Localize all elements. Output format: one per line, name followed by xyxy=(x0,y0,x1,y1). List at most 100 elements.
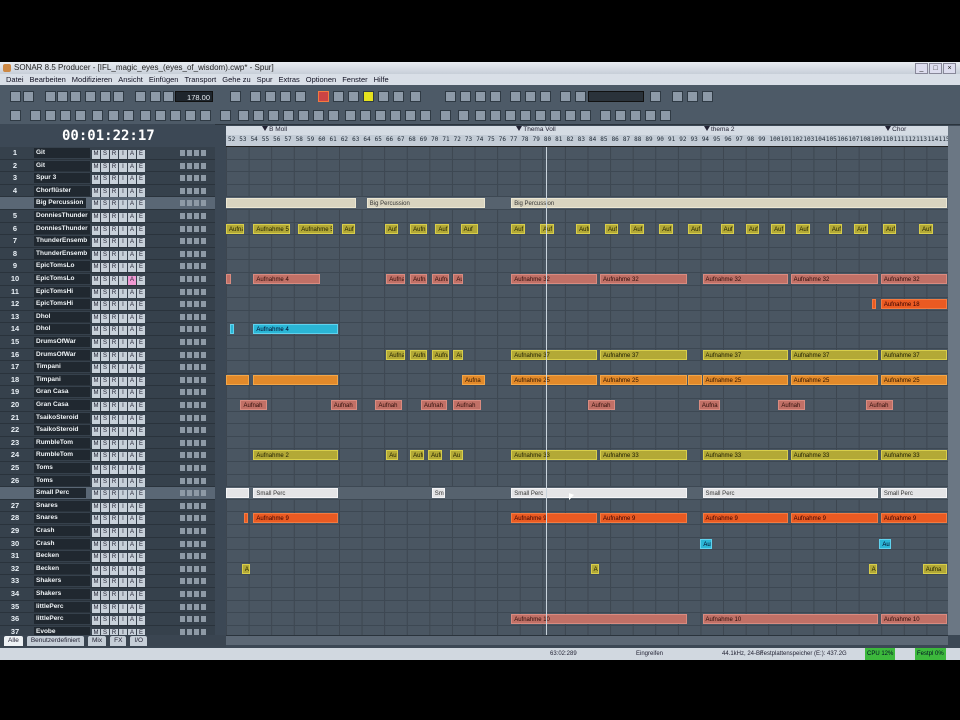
track-e-button[interactable]: E xyxy=(137,288,145,298)
track-r-button[interactable]: R xyxy=(110,313,118,323)
track-option-icon[interactable] xyxy=(187,213,192,219)
clip-lane[interactable] xyxy=(226,235,948,248)
clip-lane[interactable] xyxy=(226,475,948,488)
edit-tool-button-26[interactable] xyxy=(420,110,431,121)
toolbar-button-17[interactable] xyxy=(333,91,344,102)
vertical-scrollbar[interactable] xyxy=(948,126,960,635)
audio-clip[interactable]: Aufnahme 37 xyxy=(880,349,947,360)
track-s-button[interactable]: S xyxy=(101,288,109,298)
track-e-button[interactable]: E xyxy=(137,213,145,222)
audio-clip[interactable]: Aufnahme 37 xyxy=(790,349,879,360)
tab-2[interactable]: Mix xyxy=(87,636,107,646)
edit-tool-button-3[interactable] xyxy=(60,110,71,121)
track-name[interactable]: Git xyxy=(34,148,90,158)
track-m-button[interactable]: M xyxy=(92,565,100,575)
track-i-button[interactable]: I xyxy=(119,578,127,588)
track-option-icon[interactable] xyxy=(187,187,192,194)
track-name[interactable]: Dhol xyxy=(34,311,90,322)
track-r-button[interactable]: R xyxy=(110,187,118,197)
audio-clip[interactable]: Aufnahme 9 xyxy=(253,513,339,524)
track-i-button[interactable]: I xyxy=(119,225,127,235)
track-i-button[interactable]: I xyxy=(119,389,127,399)
toolbar-button-32[interactable] xyxy=(650,91,661,102)
track-name[interactable]: DonniesThunder xyxy=(34,223,90,234)
track-s-button[interactable]: S xyxy=(101,452,109,462)
track-s-button[interactable]: S xyxy=(101,187,109,197)
track-name[interactable]: Dhol xyxy=(34,324,90,335)
track-i-button[interactable]: I xyxy=(119,213,127,222)
toolbar-button-2[interactable] xyxy=(45,91,56,102)
track-option-icon[interactable] xyxy=(180,578,185,585)
track-r-button[interactable]: R xyxy=(110,591,118,600)
track-option-icon[interactable] xyxy=(187,616,192,623)
audio-clip[interactable]: A xyxy=(241,563,251,574)
clip-lane[interactable] xyxy=(226,248,948,261)
audio-clip[interactable] xyxy=(226,374,249,385)
track-i-button[interactable]: I xyxy=(119,490,127,500)
track-option-icon[interactable] xyxy=(201,263,206,270)
track-m-button[interactable]: M xyxy=(92,578,100,588)
track-s-button[interactable]: S xyxy=(101,326,109,336)
track-option-icon[interactable] xyxy=(187,553,192,560)
track-option-icon[interactable] xyxy=(194,515,199,522)
track-s-button[interactable]: S xyxy=(101,402,109,411)
track-option-icon[interactable] xyxy=(180,439,185,446)
track-option-icon[interactable] xyxy=(201,351,206,358)
track-m-button[interactable]: M xyxy=(92,364,100,374)
menu-item-11[interactable]: Hilfe xyxy=(374,74,389,85)
audio-clip[interactable]: Aufnah xyxy=(778,400,805,410)
audio-clip[interactable]: A xyxy=(868,563,877,574)
track-a-button[interactable]: A xyxy=(128,263,136,273)
track-option-icon[interactable] xyxy=(187,364,192,371)
track-a-button[interactable]: A xyxy=(128,591,136,600)
clip-lane[interactable] xyxy=(226,336,948,349)
clip-lane[interactable] xyxy=(226,601,948,614)
audio-clip[interactable] xyxy=(230,324,235,335)
track-s-button[interactable]: S xyxy=(101,339,109,348)
track-a-button[interactable]: A xyxy=(128,187,136,197)
track-name[interactable]: EpicTomsLo xyxy=(34,274,90,284)
track-name[interactable]: EpicTomsHi xyxy=(34,286,90,297)
clip-lane[interactable] xyxy=(226,525,948,538)
audio-clip[interactable]: Small Perc xyxy=(702,488,879,499)
track-row[interactable]: 31 Becken M S R I A E xyxy=(0,550,215,563)
toolbar-button-25[interactable] xyxy=(475,91,486,102)
audio-clip[interactable]: Aufnah xyxy=(420,400,448,410)
track-option-icon[interactable] xyxy=(194,187,199,194)
track-row[interactable]: 1 Git M S R I A E xyxy=(0,147,215,160)
clip-lane[interactable] xyxy=(226,172,948,185)
track-option-icon[interactable] xyxy=(201,238,206,245)
track-e-button[interactable]: E xyxy=(137,376,145,386)
track-option-icon[interactable] xyxy=(201,301,206,308)
clip-lane[interactable] xyxy=(226,626,948,635)
track-e-button[interactable]: E xyxy=(137,452,145,462)
track-s-button[interactable]: S xyxy=(101,414,109,424)
track-m-button[interactable]: M xyxy=(92,376,100,386)
audio-clip[interactable]: Auf xyxy=(700,538,713,549)
track-row[interactable]: 16 DrumsOfWar M S R I A E xyxy=(0,349,215,362)
track-s-button[interactable]: S xyxy=(101,250,109,260)
audio-clip[interactable]: Au xyxy=(453,274,464,284)
track-m-button[interactable]: M xyxy=(92,477,100,487)
track-option-icon[interactable] xyxy=(180,414,185,421)
track-row[interactable]: 22 TsaikoSteroid M S R I A E xyxy=(0,424,215,437)
track-option-icon[interactable] xyxy=(194,276,199,282)
track-r-button[interactable]: R xyxy=(110,200,118,210)
track-a-button[interactable]: A xyxy=(128,339,136,348)
track-option-icon[interactable] xyxy=(187,238,192,245)
track-option-icon[interactable] xyxy=(187,477,192,484)
audio-clip[interactable]: Aufnahme 33 xyxy=(880,450,947,461)
track-s-button[interactable]: S xyxy=(101,490,109,500)
track-a-button[interactable]: A xyxy=(128,402,136,411)
track-name[interactable]: Timpani xyxy=(34,374,90,385)
track-s-button[interactable]: S xyxy=(101,439,109,449)
menu-item-0[interactable]: Datei xyxy=(6,74,24,85)
track-option-icon[interactable] xyxy=(201,490,206,497)
track-option-icon[interactable] xyxy=(194,200,199,207)
edit-tool-button-39[interactable] xyxy=(630,110,641,121)
edit-tool-button-5[interactable] xyxy=(92,110,103,121)
audio-clip[interactable]: Aufnahme 33 xyxy=(511,450,597,461)
track-a-button[interactable]: A xyxy=(128,326,136,336)
track-option-icon[interactable] xyxy=(194,250,199,257)
toolbar-button-19[interactable] xyxy=(363,91,374,102)
